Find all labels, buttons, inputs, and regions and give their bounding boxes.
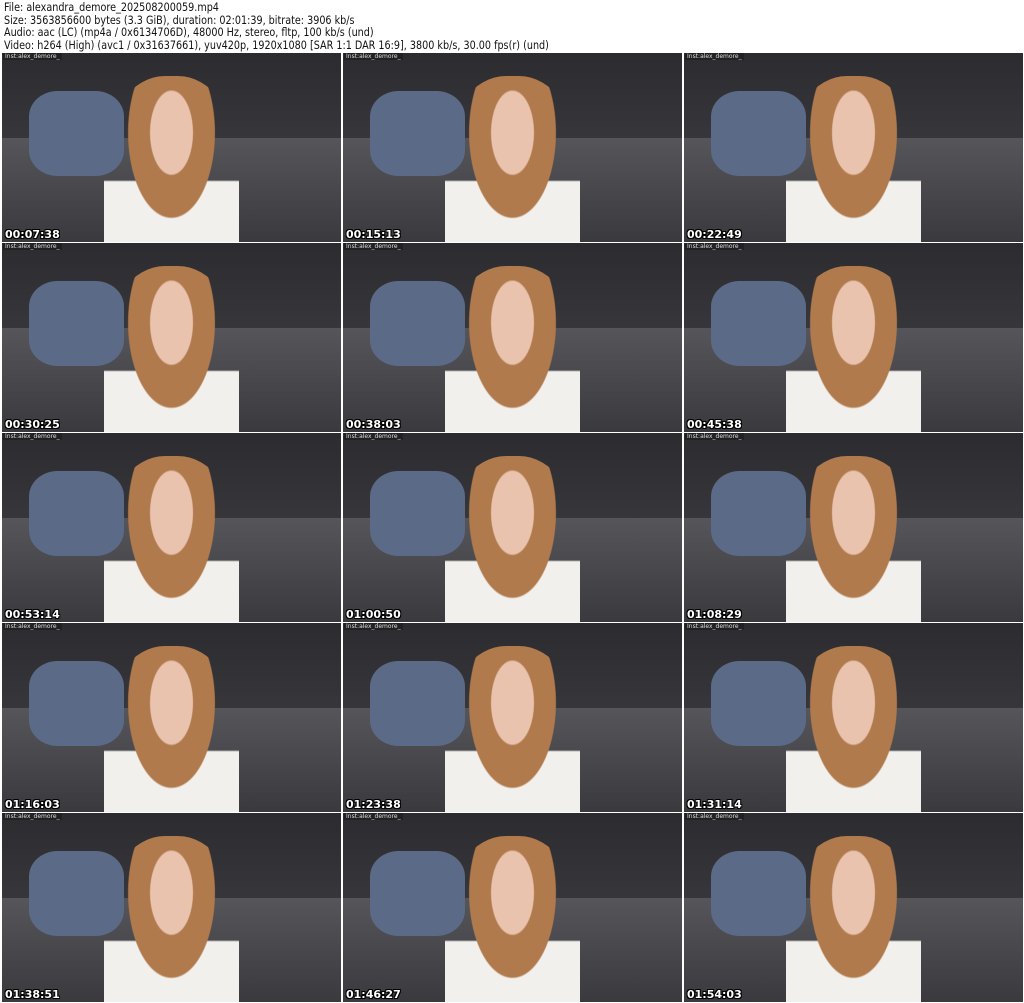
timestamp: 00:30:25 [5,418,60,431]
timestamp: 01:38:51 [5,988,60,1001]
video-thumbnail: Inst:alex_demore_ 00:15:13 [343,53,682,242]
video-thumbnail: Inst:alex_demore_ 01:00:50 [343,433,682,622]
watermark: Inst:alex_demore_ [685,53,744,60]
thumbnail-image [103,835,240,1002]
video-thumbnail: Inst:alex_demore_ 01:23:38 [343,623,682,812]
video-thumbnail: Inst:alex_demore_ 01:38:51 [2,813,341,1002]
video-thumbnail: Inst:alex_demore_ 00:45:38 [684,243,1023,432]
watermark: Inst:alex_demore_ [344,623,403,630]
watermark: Inst:alex_demore_ [344,243,403,250]
watermark: Inst:alex_demore_ [344,813,403,820]
video-thumbnail: Inst:alex_demore_ 01:16:03 [2,623,341,812]
watermark: Inst:alex_demore_ [685,813,744,820]
video-thumbnail: Inst:alex_demore_ 00:22:49 [684,53,1023,242]
timestamp: 00:45:38 [687,418,742,431]
thumbnail-image [444,645,581,812]
watermark: Inst:alex_demore_ [685,243,744,250]
video-thumbnail: Inst:alex_demore_ 00:07:38 [2,53,341,242]
timestamp: 01:08:29 [687,608,742,621]
video-thumbnail: Inst:alex_demore_ 01:54:03 [684,813,1023,1002]
timestamp: 01:31:14 [687,798,742,811]
timestamp: 01:00:50 [346,608,401,621]
timestamp: 01:16:03 [5,798,60,811]
timestamp: 00:15:13 [346,228,401,241]
watermark: Inst:alex_demore_ [3,623,62,630]
thumbnail-image [103,75,240,242]
thumbnail-image [785,835,922,1002]
video-thumbnail: Inst:alex_demore_ 01:31:14 [684,623,1023,812]
video-thumbnail: Inst:alex_demore_ 00:30:25 [2,243,341,432]
thumbnail-image [785,645,922,812]
file-info-header: File: alexandra_demore_202508200059.mp4 … [4,1,590,51]
watermark: Inst:alex_demore_ [3,813,62,820]
video-info: Video: h264 (High) (avc1 / 0x31637661), … [4,37,549,52]
watermark: Inst:alex_demore_ [685,623,744,630]
timestamp: 00:53:14 [5,608,60,621]
thumbnail-image [785,265,922,432]
watermark: Inst:alex_demore_ [3,53,62,60]
thumbnail-image [103,265,240,432]
thumbnail-grid: Inst:alex_demore_ 00:07:38 Inst:alex_dem… [2,53,1023,1002]
timestamp: 00:07:38 [5,228,60,241]
watermark: Inst:alex_demore_ [344,53,403,60]
video-thumbnail: Inst:alex_demore_ 01:46:27 [343,813,682,1002]
video-thumbnail: Inst:alex_demore_ 01:08:29 [684,433,1023,622]
thumbnail-image [103,645,240,812]
thumbnail-image [444,75,581,242]
watermark: Inst:alex_demore_ [3,243,62,250]
thumbnail-image [444,835,581,1002]
watermark: Inst:alex_demore_ [3,433,62,440]
thumbnail-image [785,75,922,242]
watermark: Inst:alex_demore_ [685,433,744,440]
timestamp: 01:46:27 [346,988,401,1001]
timestamp: 01:54:03 [687,988,742,1001]
watermark: Inst:alex_demore_ [344,433,403,440]
video-thumbnail: Inst:alex_demore_ 00:38:03 [343,243,682,432]
timestamp: 01:23:38 [346,798,401,811]
timestamp: 00:22:49 [687,228,742,241]
thumbnail-image [103,455,240,622]
thumbnail-image [785,455,922,622]
video-thumbnail: Inst:alex_demore_ 00:53:14 [2,433,341,622]
thumbnail-image [444,455,581,622]
thumbnail-image [444,265,581,432]
timestamp: 00:38:03 [346,418,401,431]
